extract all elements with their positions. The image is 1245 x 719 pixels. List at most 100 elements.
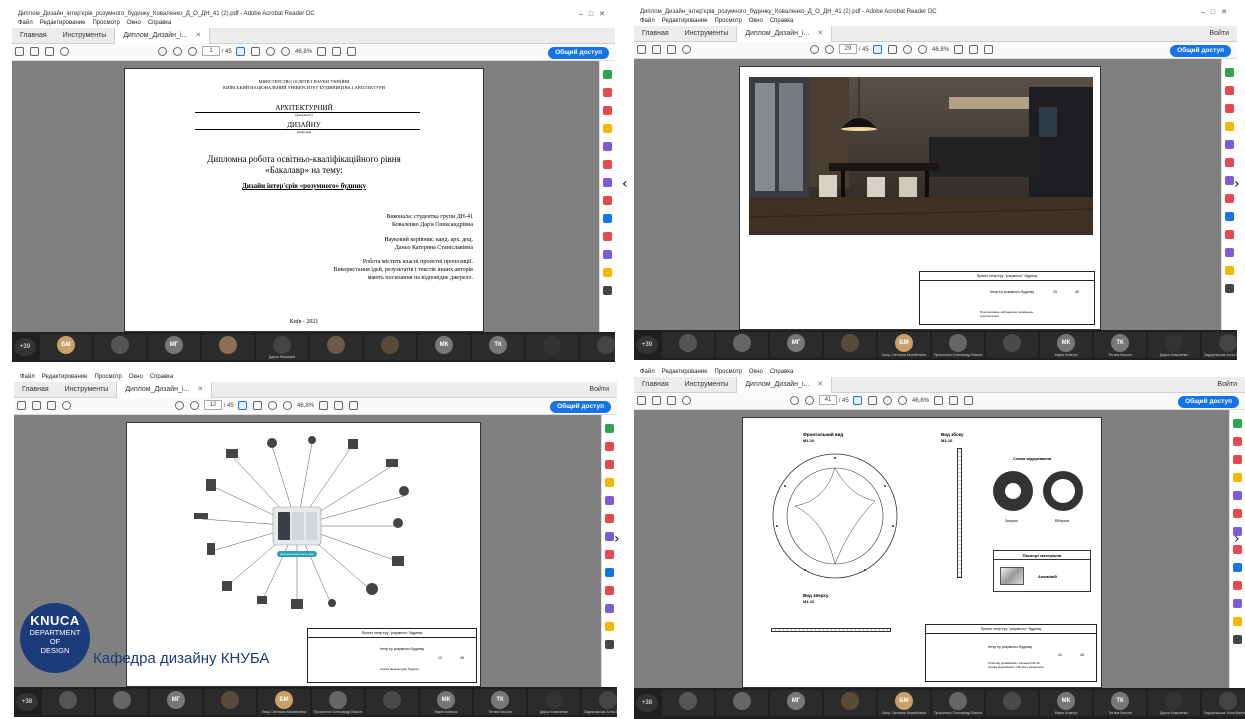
- hand-tool-icon[interactable]: [253, 400, 263, 410]
- prev-page-icon[interactable]: [810, 44, 820, 54]
- print-icon[interactable]: [652, 395, 661, 405]
- zoom-level[interactable]: 46,8%: [912, 398, 929, 404]
- fit-page-icon[interactable]: [953, 44, 963, 54]
- comment-icon[interactable]: [968, 44, 978, 54]
- next-slide-icon[interactable]: ›: [1234, 176, 1240, 192]
- document-workspace[interactable]: Центральний контролер Проект інтер'єру "…: [14, 415, 601, 687]
- participant-tile[interactable]: Дарья Жишьков: [256, 334, 308, 360]
- zoom-in-icon[interactable]: [281, 46, 291, 56]
- participant-tile[interactable]: ТК Тетяна Касьян: [1094, 690, 1146, 716]
- signin-button[interactable]: Войти: [589, 382, 609, 398]
- menu-window[interactable]: Окно: [129, 374, 143, 380]
- stamp-icon[interactable]: [605, 586, 614, 595]
- participant-tile[interactable]: МГ: [770, 332, 822, 358]
- close-tab-icon[interactable]: ✕: [817, 30, 823, 37]
- search-icon[interactable]: [60, 46, 69, 56]
- prev-page-icon[interactable]: [175, 400, 185, 410]
- menu-edit[interactable]: Редактирование: [42, 374, 88, 380]
- document-workspace[interactable]: Фронтальний вид М1:10 Вид збоку М1:10 Сх…: [634, 410, 1229, 688]
- mail-icon[interactable]: [47, 400, 56, 410]
- menu-edit[interactable]: Редактирование: [662, 18, 708, 24]
- fit-page-icon[interactable]: [316, 46, 326, 56]
- more-participants-badge[interactable]: +39: [636, 336, 658, 354]
- tab-document[interactable]: Диплом_Дизайн_і... ✕: [114, 28, 211, 44]
- select-tool-icon[interactable]: [238, 400, 248, 410]
- menu-view[interactable]: Просмотр: [714, 369, 741, 375]
- document-workspace[interactable]: МІНІСТЕРСТВО ОСВІТИ І НАУКИ УКРАЇНИ КИЇВ…: [12, 61, 599, 332]
- combine-icon[interactable]: [605, 496, 614, 505]
- protect-icon[interactable]: [605, 568, 614, 577]
- page-number-input[interactable]: 12: [204, 400, 223, 411]
- edit-pdf-icon[interactable]: [605, 460, 614, 469]
- participant-tile[interactable]: [96, 689, 148, 715]
- participant-tile[interactable]: МГ: [770, 690, 822, 716]
- create-pdf-icon[interactable]: [1233, 437, 1242, 446]
- zoom-out-icon[interactable]: [268, 400, 278, 410]
- page-number-input[interactable]: 41: [819, 395, 838, 406]
- participant-tile[interactable]: Прокоптюк Олександр Васильович: [312, 689, 364, 715]
- tab-document[interactable]: Диплом_Дизайн_і... ✕: [116, 382, 213, 398]
- tab-home[interactable]: Главная: [634, 26, 677, 42]
- participant-tile[interactable]: МК: [418, 334, 470, 360]
- participant-tile[interactable]: Дарья Коваленко: [1148, 332, 1200, 358]
- create-pdf-icon[interactable]: [605, 442, 614, 451]
- participant-tile[interactable]: [662, 690, 714, 716]
- protect-icon[interactable]: [1233, 563, 1242, 572]
- zoom-in-icon[interactable]: [283, 400, 293, 410]
- menu-help[interactable]: Справка: [770, 369, 794, 375]
- share-button[interactable]: Общий доступ: [550, 401, 611, 413]
- edit-pdf-icon[interactable]: [1225, 104, 1234, 113]
- sign-icon[interactable]: [348, 400, 358, 410]
- menu-help[interactable]: Справка: [148, 20, 172, 26]
- comment-tool-icon[interactable]: [603, 124, 612, 133]
- combine-icon[interactable]: [1225, 140, 1234, 149]
- export-pdf-icon[interactable]: [1233, 419, 1242, 428]
- participant-tile[interactable]: ТК Тетяна Касьян: [1094, 332, 1146, 358]
- sign-icon[interactable]: [983, 44, 993, 54]
- select-tool-icon[interactable]: [873, 44, 883, 54]
- participant-tile[interactable]: МК Марія Клімчук: [1040, 332, 1092, 358]
- export-pdf-icon[interactable]: [603, 70, 612, 79]
- participant-tile[interactable]: [716, 690, 768, 716]
- menu-file[interactable]: Файл: [18, 20, 33, 26]
- tab-tools[interactable]: Инструменты: [677, 377, 737, 393]
- combine-icon[interactable]: [1233, 491, 1242, 500]
- organize-icon[interactable]: [1233, 509, 1242, 518]
- zoom-level[interactable]: 46,8%: [932, 47, 949, 53]
- participant-tile[interactable]: МГ: [148, 334, 200, 360]
- participant-tile[interactable]: Задорожьска Алла Валентинівна: [1202, 332, 1237, 358]
- zoom-out-icon[interactable]: [903, 44, 913, 54]
- organize-icon[interactable]: [1225, 158, 1234, 167]
- next-page-icon[interactable]: [825, 44, 835, 54]
- more-tools-icon[interactable]: [603, 286, 612, 295]
- tab-tools[interactable]: Инструменты: [55, 28, 115, 44]
- participant-tile[interactable]: [204, 689, 256, 715]
- fit-page-icon[interactable]: [318, 400, 328, 410]
- next-page-icon[interactable]: [188, 46, 198, 56]
- comment-tool-icon[interactable]: [605, 478, 614, 487]
- menu-edit[interactable]: Редактирование: [662, 369, 708, 375]
- create-pdf-icon[interactable]: [1225, 86, 1234, 95]
- participant-tile[interactable]: [716, 332, 768, 358]
- menu-edit[interactable]: Редактирование: [40, 20, 86, 26]
- organize-icon[interactable]: [605, 514, 614, 523]
- next-page-icon[interactable]: [805, 395, 815, 405]
- participant-tile[interactable]: [824, 332, 876, 358]
- search-icon[interactable]: [682, 44, 691, 54]
- participant-tile[interactable]: [364, 334, 416, 360]
- fill-sign-icon[interactable]: [1225, 248, 1234, 257]
- save-icon[interactable]: [17, 400, 26, 410]
- menu-window[interactable]: Окно: [127, 20, 141, 26]
- participant-tile[interactable]: Прокоптюк Олександр Васильович: [932, 690, 984, 716]
- edit-pdf-icon[interactable]: [603, 106, 612, 115]
- next-page-icon[interactable]: [190, 400, 200, 410]
- share-button[interactable]: Общий доступ: [548, 47, 609, 59]
- search-icon[interactable]: [62, 400, 71, 410]
- tab-tools[interactable]: Инструменты: [57, 382, 117, 398]
- edit-pdf-icon[interactable]: [1233, 455, 1242, 464]
- share-button[interactable]: Общий доступ: [1170, 45, 1231, 57]
- hand-tool-icon[interactable]: [888, 44, 898, 54]
- menu-view[interactable]: Просмотр: [94, 374, 121, 380]
- participant-tile[interactable]: Дарья Коваленко: [528, 689, 580, 715]
- participant-tile[interactable]: Задорожьска Алла Валентинівна: [1202, 690, 1245, 716]
